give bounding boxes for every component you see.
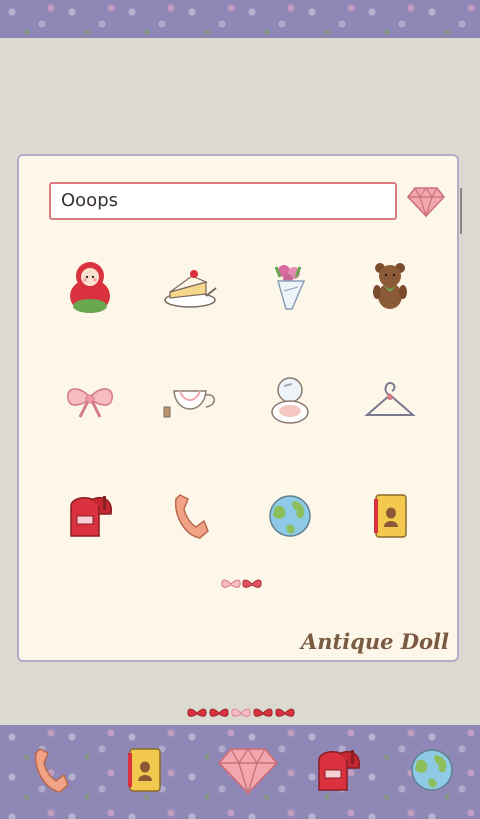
- hanger-icon[interactable]: [350, 361, 430, 441]
- globe-icon[interactable]: [250, 476, 330, 556]
- page-ribbons: [186, 705, 296, 721]
- diamond-icon[interactable]: [407, 186, 445, 218]
- perfume-bottle-icon[interactable]: [150, 361, 230, 441]
- search-input[interactable]: Ooops: [49, 182, 397, 220]
- cake-icon[interactable]: [150, 246, 230, 326]
- compact-mirror-icon[interactable]: [250, 361, 330, 441]
- globe-icon[interactable]: [400, 738, 464, 802]
- matryoshka-doll-icon[interactable]: [50, 246, 130, 326]
- bouquet-icon[interactable]: [250, 246, 330, 326]
- page-indicator-bows: [221, 576, 263, 590]
- top-floral-band: [0, 0, 480, 38]
- phone-icon[interactable]: [18, 738, 82, 802]
- address-book-icon[interactable]: [112, 738, 176, 802]
- diamond-icon[interactable]: [212, 738, 284, 802]
- brand-label: Antique Doll: [300, 629, 449, 654]
- phone-icon[interactable]: [150, 476, 230, 556]
- search-widget-card: Ooops Antique Doll: [17, 154, 462, 662]
- bow-icon[interactable]: [50, 361, 130, 441]
- teddy-bear-icon[interactable]: [350, 246, 430, 326]
- mailbox-icon[interactable]: [50, 476, 130, 556]
- address-book-icon[interactable]: [350, 476, 430, 556]
- mailbox-icon[interactable]: [306, 738, 370, 802]
- scrollbar[interactable]: [460, 188, 462, 234]
